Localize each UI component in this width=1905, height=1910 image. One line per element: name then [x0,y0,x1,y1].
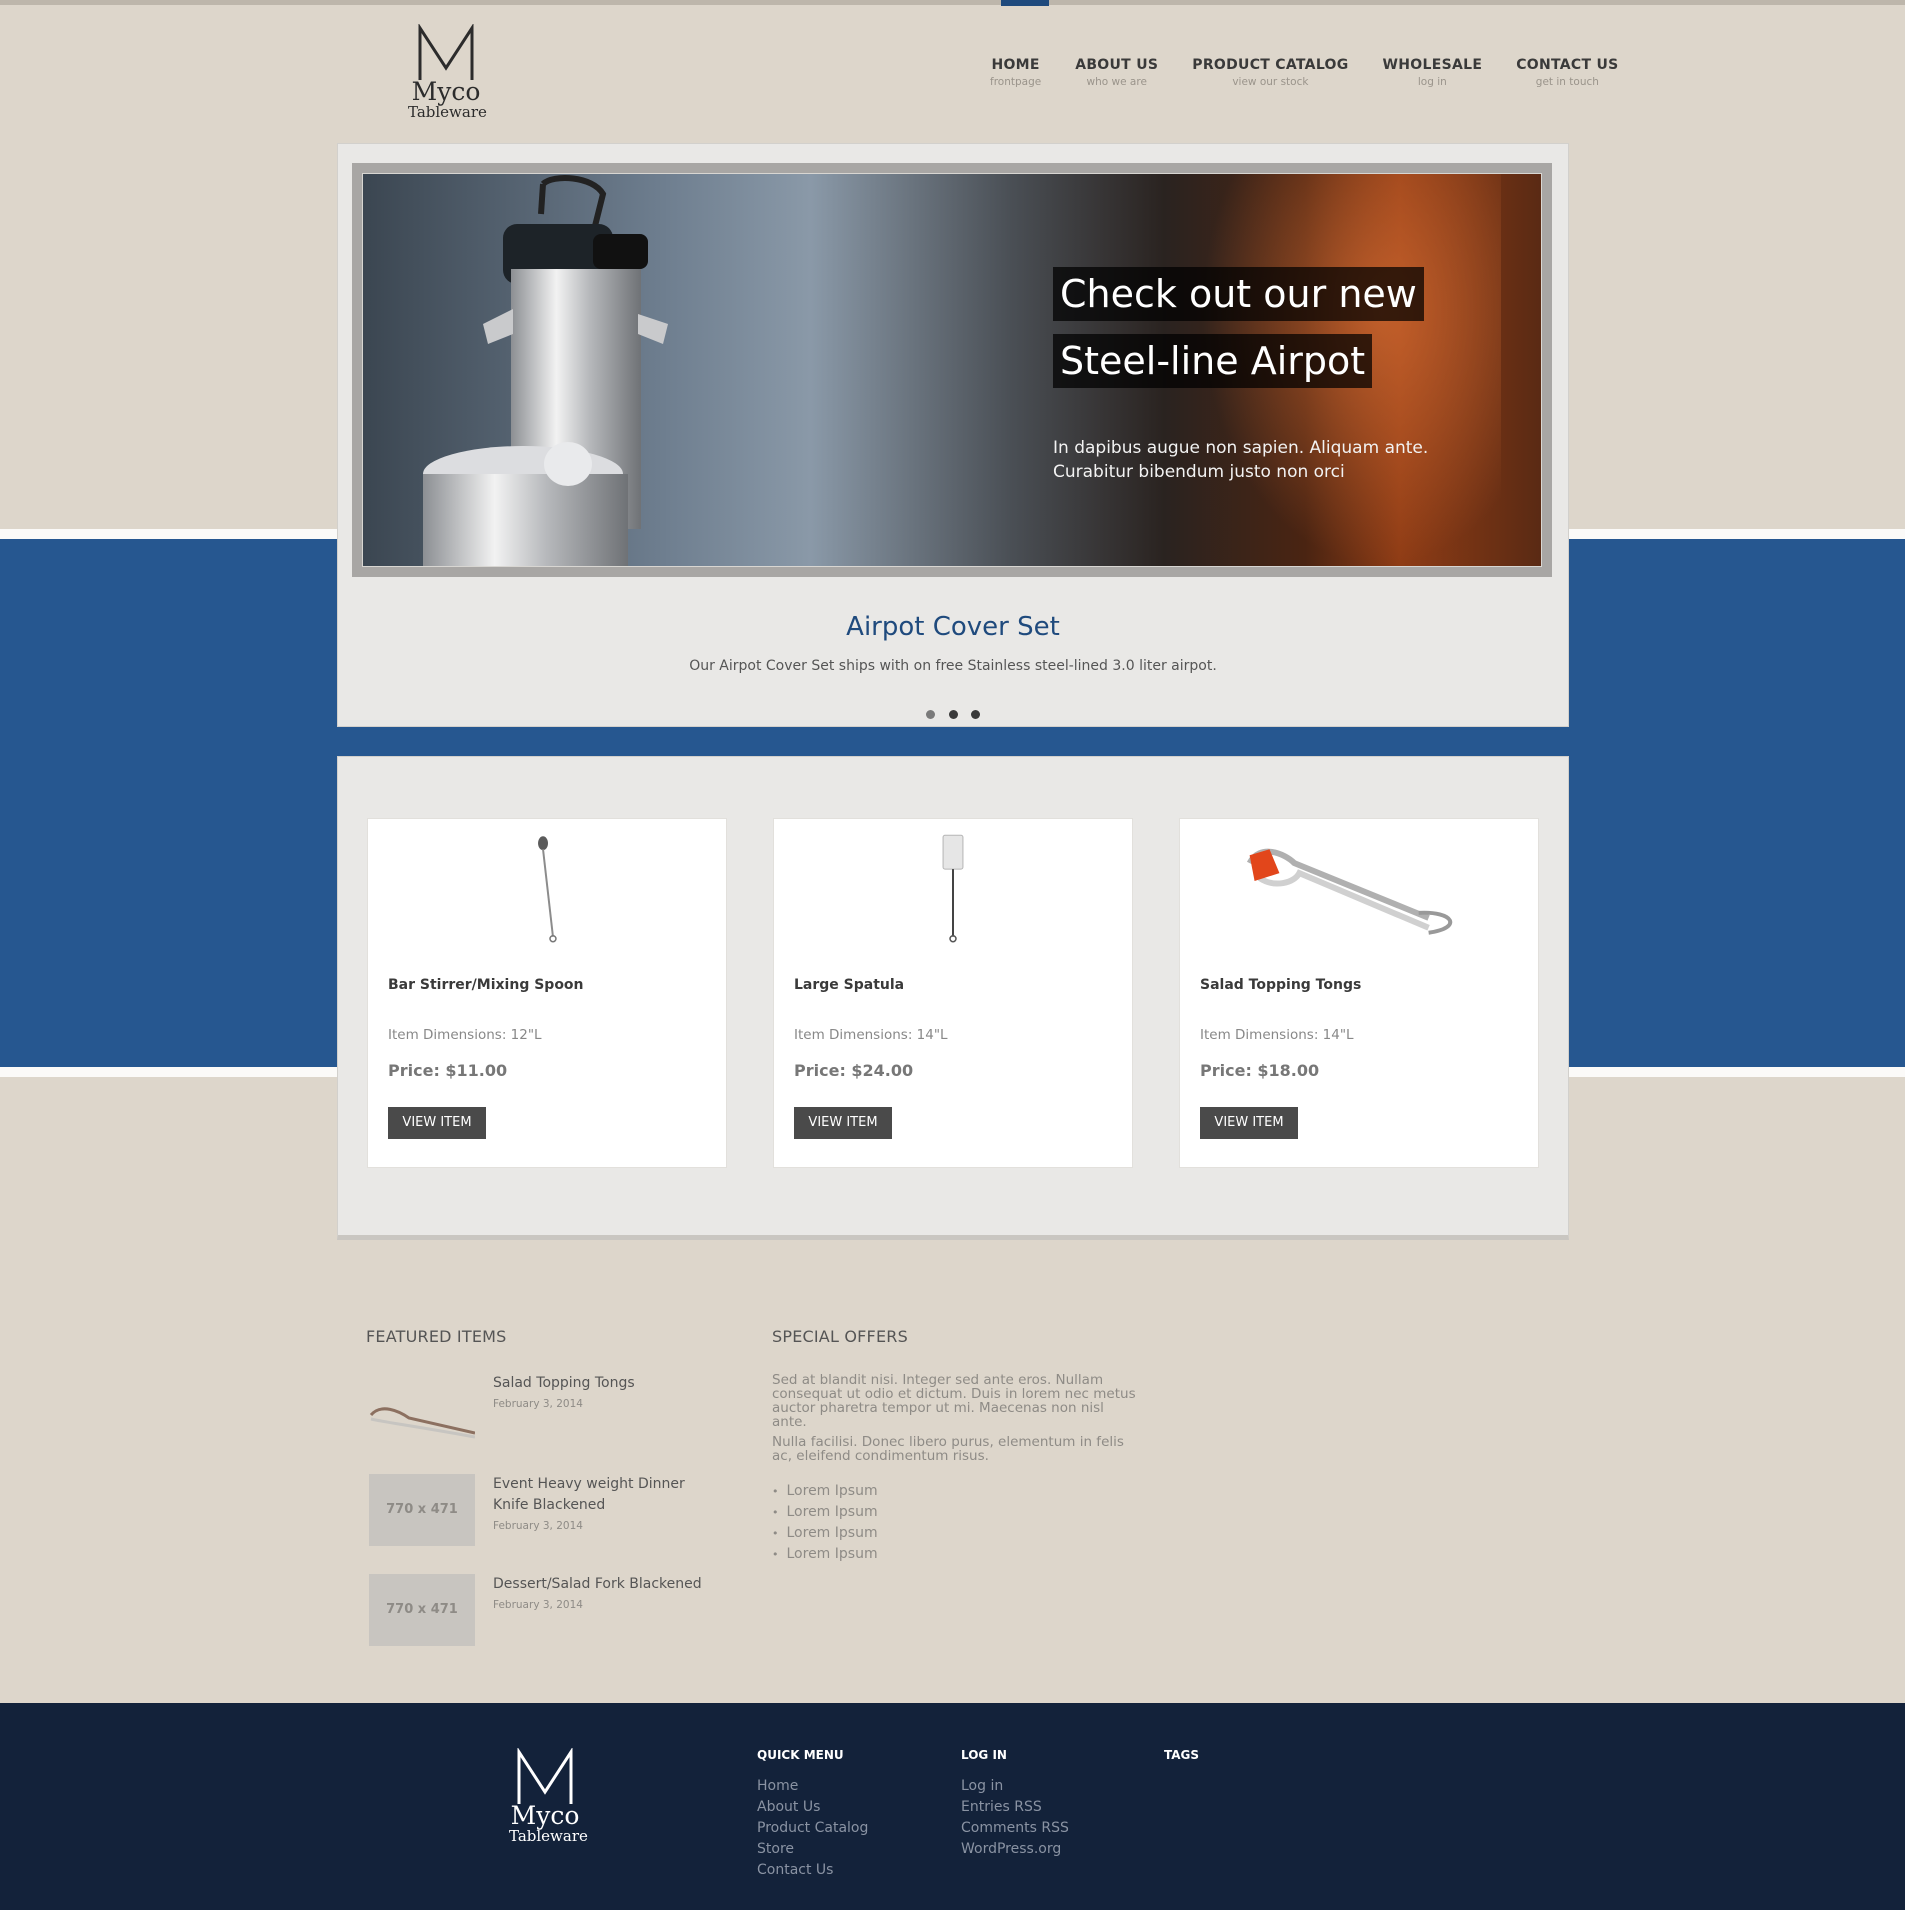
placeholder-image: 770 x 471 [369,1574,475,1646]
offers-heading: SPECIAL OFFERS [772,1327,908,1346]
product-price: Price: $11.00 [388,1061,508,1080]
logo-m-icon [517,1748,573,1804]
featured-title[interactable]: Event Heavy weight Dinner Knife Blackene… [493,1474,723,1516]
nav-contact[interactable]: CONTACT US get in touch [1516,57,1618,88]
footer-link-entries-rss[interactable]: Entries RSS [961,1797,1069,1818]
slide-caption-line2: Steel-line Airpot [1053,334,1373,388]
offers-list-item: Lorem Ipsum [772,1544,878,1565]
footer-tags: TAGS [1164,1748,1199,1776]
nav-about-sub: who we are [1086,76,1147,88]
slide-caption-sub: In dapibus augue non sapien. Aliquam ant… [1053,438,1429,482]
featured-title[interactable]: Salad Topping Tongs [493,1373,723,1394]
logo-sub: Tableware [408,103,487,121]
main-nav: HOME frontpage ABOUT US who we are PRODU… [990,57,1619,88]
featured-heading: FEATURED ITEMS [366,1327,507,1346]
product-name[interactable]: Bar Stirrer/Mixing Spoon [388,977,584,993]
footer-logo-sub: Tableware [509,1827,588,1845]
offers-list-item: Lorem Ipsum [772,1502,878,1523]
quick-menu-heading: QUICK MENU [757,1748,844,1762]
offers-paragraph-1: Sed at blandit nisi. Integer sed ante er… [772,1372,1136,1430]
footer: Myco Tableware QUICK MENU Home About Us … [0,1703,1905,1910]
slide-image[interactable]: Check out our new Steel-line Airpot In d… [362,173,1542,567]
offers-list: Lorem Ipsum Lorem Ipsum Lorem Ipsum Lore… [772,1481,878,1565]
nav-about[interactable]: ABOUT US who we are [1075,57,1158,88]
view-item-button[interactable]: VIEW ITEM [794,1107,892,1139]
nav-wholesale[interactable]: WHOLESALE log in [1383,57,1483,88]
featured-title[interactable]: Dessert/Salad Fork Blackened [493,1574,723,1595]
footer-link-home[interactable]: Home [757,1776,868,1797]
footer-link-login[interactable]: Log in [961,1776,1069,1797]
logo-m-icon [418,24,474,80]
featured-date: February 3, 2014 [493,1398,583,1410]
product-name[interactable]: Large Spatula [794,977,904,993]
footer-link-contact[interactable]: Contact Us [757,1860,868,1881]
slider-dot-1[interactable] [926,710,936,719]
view-item-button[interactable]: VIEW ITEM [1200,1107,1298,1139]
footer-login: LOG IN Log in Entries RSS Comments RSS W… [961,1748,1069,1860]
products-panel: Bar Stirrer/Mixing Spoon Item Dimensions… [337,756,1569,1240]
slide-description: Our Airpot Cover Set ships with on free … [689,658,1217,674]
slider-dots [338,704,1568,723]
spatula-icon [942,834,964,943]
tags-heading: TAGS [1164,1748,1200,1762]
footer-link-about[interactable]: About Us [757,1797,868,1818]
offers-list-item: Lorem Ipsum [772,1481,878,1502]
product-dimensions: Item Dimensions: 12"L [388,1027,542,1043]
airpot-icon [423,175,668,566]
product-price: Price: $24.00 [794,1061,914,1080]
nav-home-label: HOME [991,57,1040,73]
footer-logo-name: Myco [510,1801,580,1830]
footer-link-wordpress[interactable]: WordPress.org [961,1839,1069,1860]
nav-catalog[interactable]: PRODUCT CATALOG view our stock [1192,57,1348,88]
featured-item[interactable]: 770 x 471 Dessert/Salad Fork Blackened F… [369,1574,719,1654]
product-name[interactable]: Salad Topping Tongs [1200,977,1361,993]
product-dimensions: Item Dimensions: 14"L [794,1027,948,1043]
placeholder-image: 770 x 471 [369,1474,475,1546]
nav-catalog-sub: view our stock [1232,76,1309,88]
footer-logo[interactable]: Myco Tableware [509,1748,588,1845]
nav-about-label: ABOUT US [1075,57,1159,73]
product-card: Salad Topping Tongs Item Dimensions: 14"… [1179,818,1539,1168]
logo-name: Myco [411,77,481,106]
offers-paragraph-2: Nulla facilisi. Donec libero purus, elem… [772,1434,1124,1464]
featured-date: February 3, 2014 [493,1520,583,1532]
product-dimensions: Item Dimensions: 14"L [1200,1027,1354,1043]
nav-home-sub: frontpage [990,76,1042,88]
nav-home[interactable]: HOME frontpage [990,57,1041,88]
featured-date: February 3, 2014 [493,1599,583,1611]
product-price: Price: $18.00 [1200,1061,1320,1080]
slider-dot-3[interactable] [970,710,980,719]
slide-title[interactable]: Airpot Cover Set [338,612,1568,642]
nav-contact-label: CONTACT US [1516,57,1619,73]
tongs-thumb-icon [369,1407,475,1439]
slide-caption-line1: Check out our new [1053,267,1424,321]
login-heading: LOG IN [961,1748,1007,1762]
nav-contact-sub: get in touch [1535,76,1599,88]
product-card: Bar Stirrer/Mixing Spoon Item Dimensions… [367,818,727,1168]
nav-active-indicator [1001,0,1049,6]
footer-link-store[interactable]: Store [757,1839,868,1860]
view-item-button[interactable]: VIEW ITEM [388,1107,486,1139]
slider-panel: Check out our new Steel-line Airpot In d… [337,143,1569,727]
offers-list-item: Lorem Ipsum [772,1523,878,1544]
nav-wholesale-label: WHOLESALE [1382,57,1483,73]
nav-catalog-label: PRODUCT CATALOG [1192,57,1349,73]
spoon-icon [538,836,557,943]
slider-dot-2[interactable] [948,710,958,719]
featured-item[interactable]: Salad Topping Tongs February 3, 2014 [369,1373,719,1453]
footer-link-comments-rss[interactable]: Comments RSS [961,1818,1069,1839]
tongs-icon [1246,848,1453,935]
top-bar [0,0,1905,6]
nav-wholesale-sub: log in [1417,76,1447,88]
site-logo[interactable]: Myco Tableware [408,24,487,124]
featured-item[interactable]: 770 x 471 Event Heavy weight Dinner Knif… [369,1474,719,1554]
slide-frame: Check out our new Steel-line Airpot In d… [352,163,1552,577]
product-card: Large Spatula Item Dimensions: 14"L Pric… [773,818,1133,1168]
footer-link-catalog[interactable]: Product Catalog [757,1818,868,1839]
footer-quick-menu: QUICK MENU Home About Us Product Catalog… [757,1748,868,1881]
